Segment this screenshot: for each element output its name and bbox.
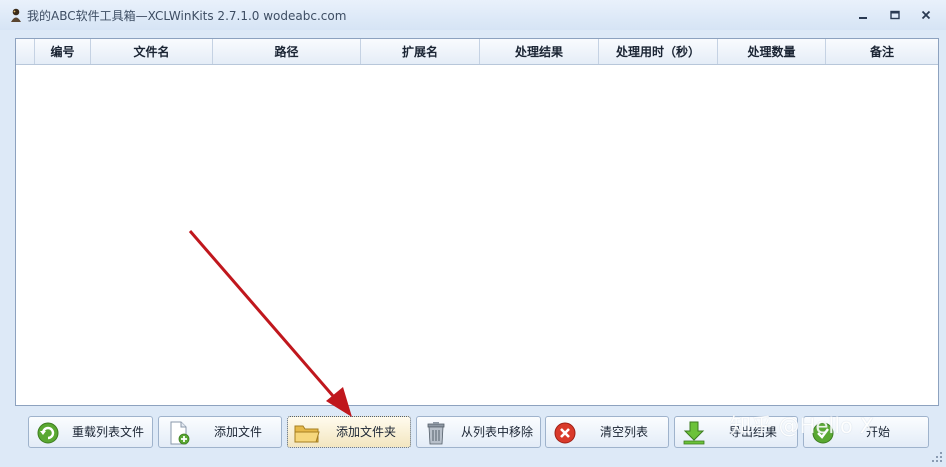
trash-icon [427,422,445,445]
close-button[interactable] [915,7,937,23]
maximize-button[interactable] [884,7,906,23]
watermark: 知乎 @Hello X [730,414,874,438]
reload-list-button[interactable]: 重载列表文件 [28,416,153,448]
add-file-icon [170,421,190,445]
app-window: 我的ABC软件工具箱—XCLWinKits 2.7.1.0 wodeabc.co… [0,0,946,467]
column-header-path[interactable]: 路径 [213,39,361,64]
column-header-count[interactable]: 处理数量 [718,39,826,64]
column-header-extension[interactable]: 扩展名 [361,39,480,64]
column-header-number[interactable]: 编号 [35,39,91,64]
folder-icon [294,425,320,443]
resize-grip-icon[interactable] [932,452,944,464]
add-file-label: 添加文件 [214,425,263,439]
grid-body[interactable] [16,65,938,405]
app-icon [11,8,21,22]
clear-list-label: 清空列表 [600,425,649,439]
file-list-grid[interactable]: 编号 文件名 路径 扩展名 处理结果 处理用时（秒） 处理数量 备注 [15,38,939,406]
reload-list-label: 重载列表文件 [72,425,145,439]
reload-icon [37,422,59,444]
add-folder-button[interactable]: 添加文件夹 [287,416,411,448]
column-header-duration[interactable]: 处理用时（秒） [599,39,718,64]
close-icon [921,10,931,20]
grid-header: 编号 文件名 路径 扩展名 处理结果 处理用时（秒） 处理数量 备注 [16,39,938,65]
column-header-select[interactable] [16,39,35,64]
column-header-result[interactable]: 处理结果 [480,39,599,64]
add-file-button[interactable]: 添加文件 [158,416,282,448]
minimize-icon [859,17,867,19]
maximize-icon [890,10,900,20]
column-header-remark[interactable]: 备注 [826,39,938,64]
clear-icon [554,422,576,444]
minimize-button[interactable] [852,7,874,23]
remove-from-list-button[interactable]: 从列表中移除 [416,416,541,448]
title-bar[interactable]: 我的ABC软件工具箱—XCLWinKits 2.7.1.0 wodeabc.co… [0,0,946,30]
clear-list-button[interactable]: 清空列表 [545,416,669,448]
remove-from-list-label: 从列表中移除 [461,425,534,439]
window-title: 我的ABC软件工具箱—XCLWinKits 2.7.1.0 wodeabc.co… [27,9,347,23]
column-header-filename[interactable]: 文件名 [91,39,213,64]
add-folder-label: 添加文件夹 [336,425,397,439]
export-icon [683,421,705,445]
